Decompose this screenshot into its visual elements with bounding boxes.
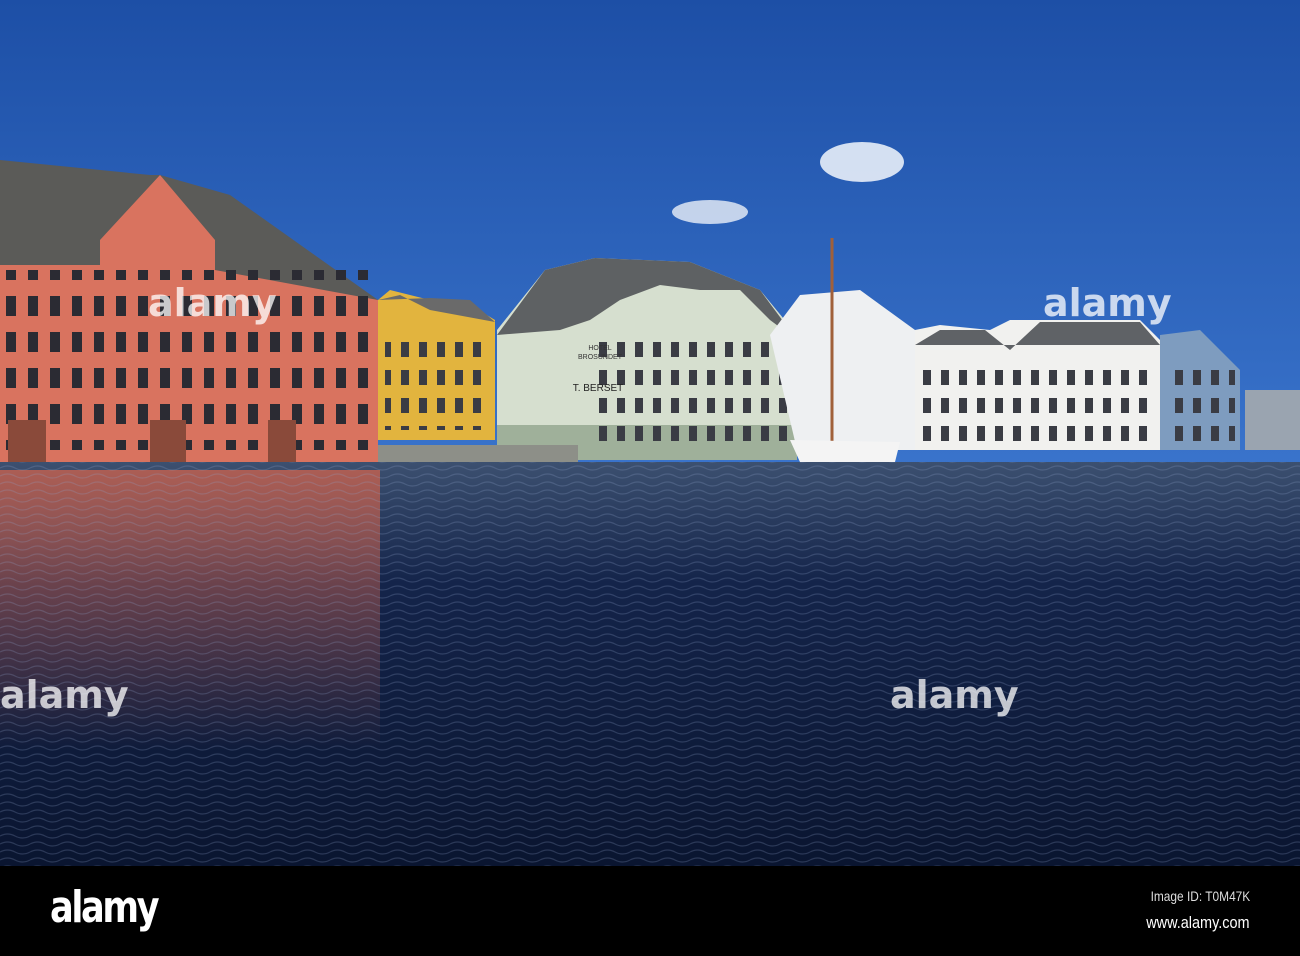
svg-text:alamy: alamy [0, 673, 129, 717]
hotel-sign: HOTEL [588, 345, 611, 352]
svg-text:alamy: alamy [1043, 281, 1172, 325]
hotel-sign: BROSUNDET [578, 354, 623, 361]
site-url: www.alamy.com [1146, 913, 1250, 932]
harbour-photo: HOTEL BROSUNDET T. BERSET alamy alamy al… [0, 0, 1300, 866]
hotel-brosundet: HOTEL BROSUNDET T. BERSET [497, 258, 797, 460]
distant-building [1245, 390, 1300, 450]
alamy-logo: alamy [50, 882, 160, 933]
cloud [820, 142, 904, 182]
svg-text:alamy: alamy [148, 281, 277, 325]
white-apartments [915, 320, 1160, 450]
yellow-building [378, 290, 495, 440]
stock-photo-page: HOTEL BROSUNDET T. BERSET alamy alamy al… [0, 0, 1300, 956]
store-sign: T. BERSET [573, 383, 624, 394]
footer-bar: alamy Image ID: T0M47K www.alamy.com [0, 866, 1300, 956]
image-id: Image ID: T0M47K [1150, 888, 1250, 904]
svg-text:alamy: alamy [890, 673, 1019, 717]
water-ripples [0, 462, 1300, 866]
cloud [672, 200, 748, 224]
